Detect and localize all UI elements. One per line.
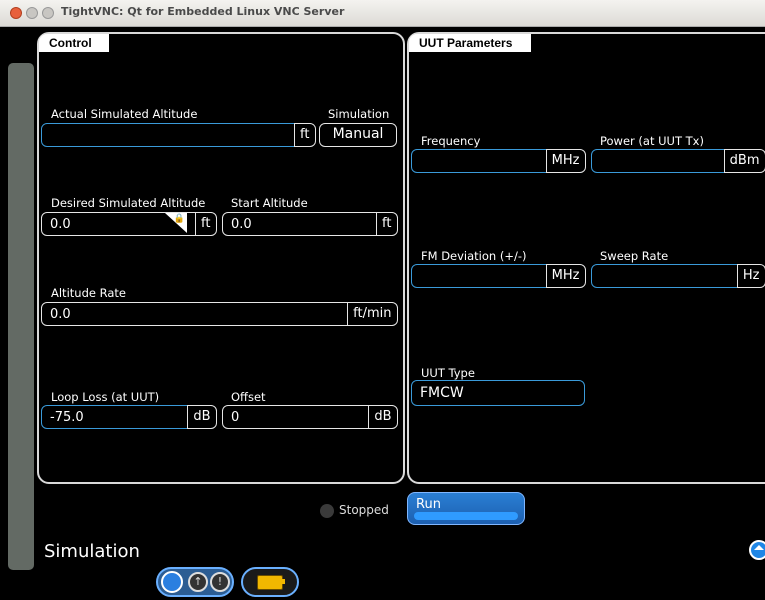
run-progress-bar: [414, 512, 518, 520]
sweep-rate-unit: Hz: [736, 263, 765, 288]
power-input[interactable]: dBm: [591, 148, 765, 173]
power-unit: dBm: [723, 148, 765, 173]
fm-deviation-label: FM Deviation (+/-): [421, 249, 527, 263]
actual-altitude-unit: ft: [294, 122, 316, 147]
footer-title: Simulation: [44, 541, 140, 562]
status-text: Stopped: [339, 503, 389, 517]
offset-input[interactable]: 0 dB: [222, 404, 398, 429]
desired-altitude-input[interactable]: 0.0 🔒 ft: [41, 211, 217, 236]
offset-unit: dB: [368, 404, 398, 429]
mode-toggle[interactable]: ↑ !: [156, 567, 234, 597]
window-title-bar: TightVNC: Qt for Embedded Linux VNC Serv…: [0, 0, 765, 27]
frequency-input[interactable]: MHz: [411, 148, 586, 173]
run-button[interactable]: Run: [407, 492, 525, 525]
altitude-rate-value: 0.0: [50, 307, 71, 322]
tab-control: Control: [39, 34, 119, 52]
offset-value: 0: [231, 410, 240, 425]
start-altitude-unit: ft: [376, 211, 398, 236]
eject-icon[interactable]: [749, 540, 765, 560]
tab-uut-parameters: UUT Parameters: [409, 34, 541, 52]
lock-icon: 🔒: [173, 214, 185, 224]
loop-loss-label: Loop Loss (at UUT): [51, 390, 160, 404]
uut-type-value: FMCW: [420, 385, 464, 401]
battery-button[interactable]: [241, 567, 299, 597]
sweep-rate-input[interactable]: Hz: [591, 263, 765, 288]
uut-type-label: UUT Type: [421, 366, 475, 380]
actual-altitude-field: ft: [41, 122, 316, 147]
desired-altitude-value: 0.0: [50, 217, 71, 232]
power-label: Power (at UUT Tx): [600, 134, 704, 148]
start-altitude-label: Start Altitude: [231, 196, 308, 210]
offset-label: Offset: [231, 390, 266, 404]
tab-control-label: Control: [49, 36, 92, 50]
power-icon[interactable]: [161, 571, 183, 593]
simulation-mode-button[interactable]: Manual: [319, 123, 397, 147]
maximize-window-icon[interactable]: [42, 7, 54, 19]
loop-loss-unit: dB: [187, 404, 217, 429]
altitude-rate-unit: ft/min: [347, 301, 398, 326]
loop-loss-input[interactable]: -75.0 dB: [41, 404, 217, 429]
desired-altitude-label: Desired Simulated Altitude: [51, 196, 206, 210]
info-icon[interactable]: ↑: [188, 572, 208, 592]
frequency-label: Frequency: [421, 134, 481, 148]
fm-deviation-unit: MHz: [545, 263, 586, 288]
run-button-label: Run: [416, 497, 441, 512]
alert-icon[interactable]: !: [210, 572, 230, 592]
uut-type-select[interactable]: FMCW: [411, 380, 585, 406]
side-drawer-handle[interactable]: [8, 63, 34, 570]
close-window-icon[interactable]: [10, 7, 22, 19]
fm-deviation-input[interactable]: MHz: [411, 263, 586, 288]
altitude-rate-label: Altitude Rate: [51, 286, 126, 300]
window-title: TightVNC: Qt for Embedded Linux VNC Serv…: [61, 5, 345, 18]
loop-loss-value: -75.0: [50, 410, 84, 425]
desired-altitude-unit: ft: [195, 211, 217, 236]
frequency-unit: MHz: [545, 148, 586, 173]
altitude-rate-input[interactable]: 0.0 ft/min: [41, 301, 398, 326]
tab-uut-parameters-label: UUT Parameters: [419, 36, 513, 50]
sweep-rate-label: Sweep Rate: [600, 249, 669, 263]
start-altitude-input[interactable]: 0.0 ft: [222, 211, 398, 236]
status-indicator-icon: [320, 504, 334, 518]
simulation-mode-label: Simulation: [328, 107, 390, 121]
actual-altitude-label: Actual Simulated Altitude: [51, 107, 198, 121]
battery-icon: [257, 575, 283, 590]
battery-tip: [282, 579, 285, 584]
minimize-window-icon[interactable]: [26, 7, 38, 19]
start-altitude-value: 0.0: [231, 217, 252, 232]
